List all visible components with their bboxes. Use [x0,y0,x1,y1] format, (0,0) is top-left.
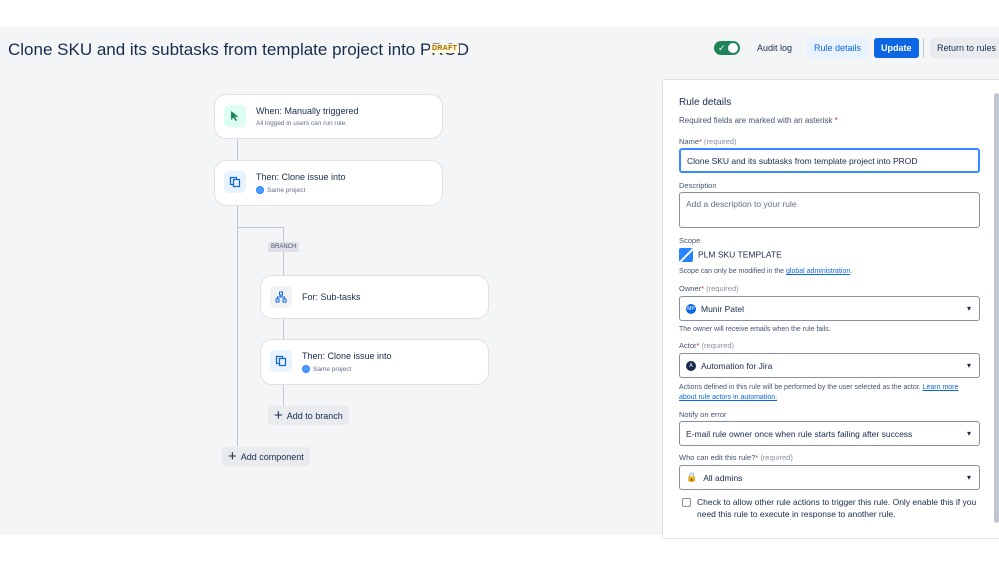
connector [283,384,284,406]
notify-select-value: E-mail rule owner once when rule starts … [686,428,913,439]
actor-help-text: Actions defined in this rule will be per… [679,384,921,391]
trigger-card[interactable]: When: Manually triggered All logged in u… [214,94,443,139]
edit-permission-label: Who can edit this rule?* (required) [679,453,793,462]
add-component-button[interactable]: + Add component [222,447,310,466]
notify-label: Notify on error [679,410,727,419]
actor-select[interactable]: A Automation for Jira ▾ [679,353,980,378]
chevron-down-icon: ▾ [966,473,971,482]
header-divider [923,38,924,58]
required-hint: (required) [704,137,737,146]
chevron-down-icon: ▾ [966,304,971,313]
return-to-rules-button[interactable]: Return to rules [930,38,999,58]
owner-label-text: Owner [679,284,702,293]
branch-tag: BRANCH [268,242,300,252]
actor-label: Actor* (required) [679,341,734,350]
allow-trigger-checkbox[interactable] [682,498,691,507]
action-subtitle-text: Same project [267,186,306,194]
cursor-click-icon [224,105,246,127]
connector [283,318,284,340]
page-title: Clone SKU and its subtasks from template… [8,40,470,59]
panel-heading: Rule details [679,97,732,108]
hierarchy-icon [270,286,292,308]
asterisk: * [699,137,702,146]
copy-icon [224,171,246,193]
edit-permission-value: All admins [703,472,743,483]
trigger-subtitle: All logged in users can run rule. [256,120,347,127]
owner-select-value: Munir Patel [701,303,744,314]
chevron-down-icon: ▾ [966,361,971,370]
scope-value: PLM SKU TEMPLATE [679,248,782,262]
actor-label-text: Actor [679,341,697,350]
connector [237,205,238,446]
rule-enabled-toggle[interactable]: ✓ [714,41,740,55]
required-note-text: Required fields are marked with an aster… [679,116,833,125]
trigger-subtitle-text: All logged in users can run rule. [256,120,348,127]
actor-help: Actions defined in this rule will be per… [679,383,974,403]
name-label: Name* (required) [679,137,737,146]
edit-permission-select[interactable]: 🔒 All admins ▾ [679,465,980,490]
avatar: MP [686,303,696,314]
plus-icon: + [228,448,237,465]
connector [237,227,283,228]
automation-avatar: A [686,360,696,371]
allow-trigger-text: Check to allow other rule actions to tri… [697,497,977,519]
asterisk: * [701,284,705,293]
trigger-title: When: Manually triggered [256,106,359,116]
required-hint: (required) [760,453,793,462]
branch-title: For: Sub-tasks [302,292,361,302]
required-hint: (required) [701,341,735,350]
globe-icon [256,186,264,194]
action-card[interactable]: Then: Clone issue into Same project [260,339,489,385]
globe-icon [302,365,310,373]
chevron-down-icon: ▾ [966,429,971,438]
edit-label-text: Who can edit this rule? [679,453,756,462]
owner-label: Owner* (required) [679,284,739,293]
name-field-value: Clone SKU and its subtasks from template… [687,155,918,166]
action-subtitle-text: Same project [313,365,352,373]
toggle-knob [728,43,738,53]
add-component-label: Add component [240,451,304,462]
required-hint: (required) [706,284,739,293]
add-to-branch-button[interactable]: + Add to branch [268,406,349,425]
action-subtitle: Same project [256,186,305,194]
scope-label: Scope [679,236,701,245]
status-badge: DRAFT [430,44,460,53]
global-administration-link[interactable]: global administration [786,268,850,275]
update-button[interactable]: Update [874,38,919,58]
action-card[interactable]: Then: Clone issue into Same project [214,160,443,206]
name-label-text: Name [679,137,700,146]
action-title: Then: Clone issue into [302,351,392,361]
lock-icon: 🔒 [686,472,698,482]
scope-help-text: Scope can only be modified in the [679,268,785,275]
panel-scrollbar[interactable] [994,93,999,523]
asterisk: * [696,341,700,350]
scope-help-end: . [850,268,853,275]
required-note: Required fields are marked with an aster… [679,116,838,125]
scope-help: Scope can only be modified in the global… [679,267,852,277]
description-label: Description [679,181,717,190]
actor-select-value: Automation for Jira [701,360,773,371]
owner-help: The owner will receive emails when the r… [679,326,831,333]
name-field[interactable]: Clone SKU and its subtasks from template… [679,148,980,173]
action-title: Then: Clone issue into [256,172,346,182]
audit-log-button[interactable]: Audit log [750,38,799,58]
rule-details-button[interactable]: Rule details [807,38,869,58]
add-to-branch-label: Add to branch [286,410,343,421]
rule-details-panel: Rule details Required fields are marked … [662,79,999,539]
description-field[interactable]: Add a description to your rule [679,192,980,228]
owner-select[interactable]: MP Munir Patel ▾ [679,296,980,321]
project-icon [679,248,693,262]
notify-select[interactable]: E-mail rule owner once when rule starts … [679,421,980,446]
plus-icon: + [274,407,283,424]
asterisk: * [834,116,838,125]
check-icon: ✓ [718,43,726,53]
copy-icon [270,350,292,372]
scope-value-text: PLM SKU TEMPLATE [698,249,782,260]
action-subtitle: Same project [302,365,351,373]
connector [237,138,238,160]
automation-rule-editor: Clone SKU and its subtasks from template… [0,27,999,539]
asterisk: * [755,453,759,462]
branch-card[interactable]: For: Sub-tasks [260,275,489,319]
